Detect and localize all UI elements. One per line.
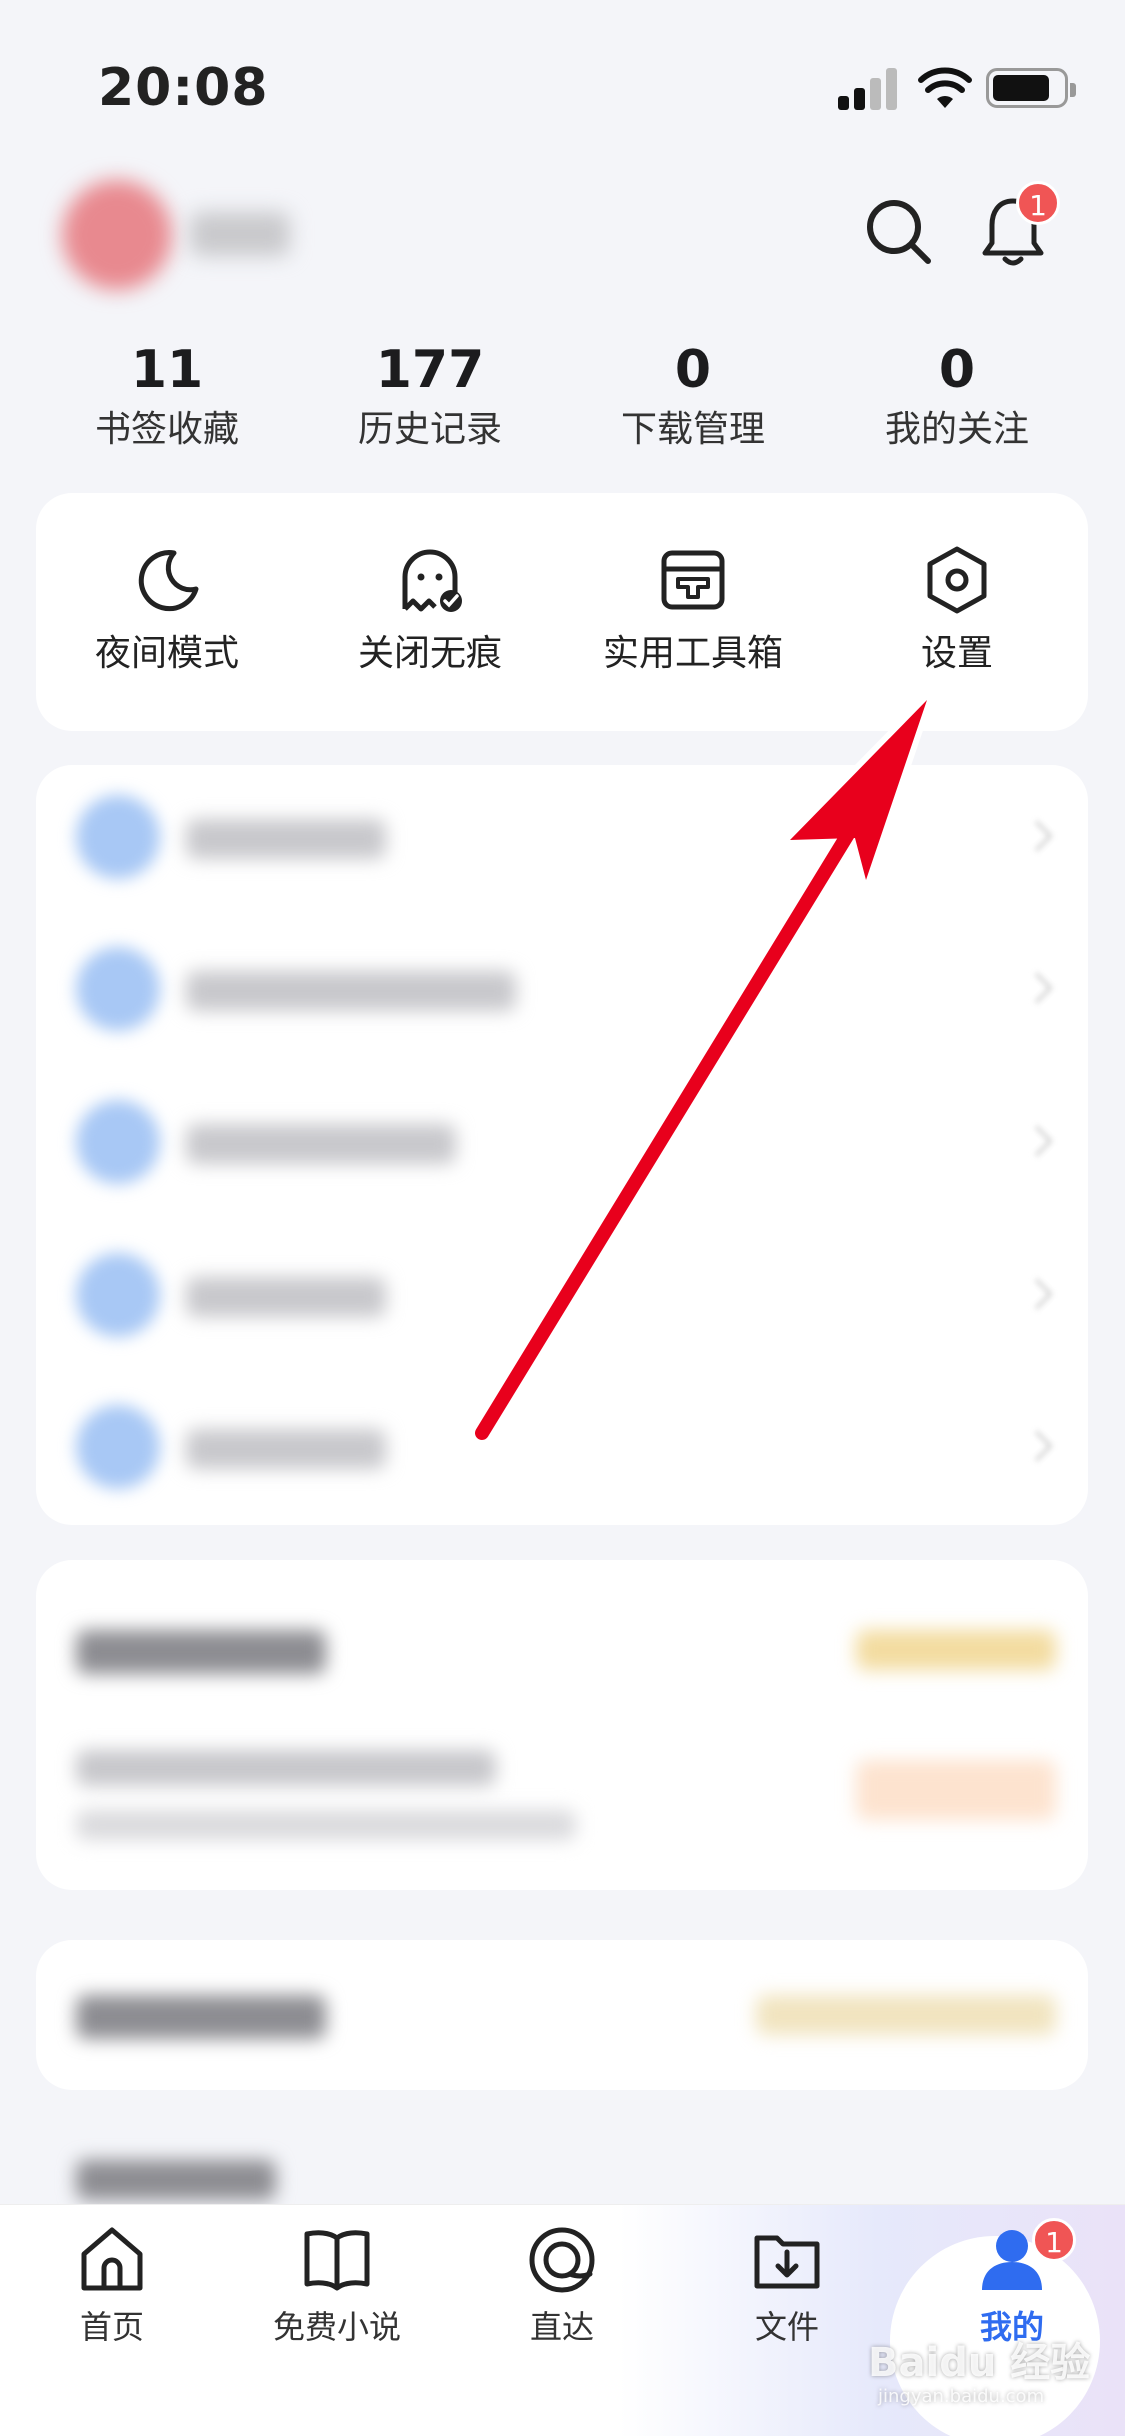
- stat-downloads[interactable]: 0 下载管理: [568, 335, 818, 455]
- incognito-toggle-button[interactable]: 关闭无痕: [320, 543, 540, 679]
- promo-title: [76, 1995, 326, 2039]
- tool-label: 关闭无痕: [357, 633, 502, 674]
- promo-button[interactable]: [856, 1760, 1056, 1820]
- tool-label: 设置: [920, 633, 993, 674]
- search-button[interactable]: [862, 195, 936, 269]
- list-item-icon: [76, 1100, 160, 1184]
- stat-label: 书签收藏: [94, 409, 239, 450]
- cellular-signal-icon: [838, 68, 898, 110]
- notification-badge: 1: [1016, 181, 1060, 225]
- chevron-right-icon: [1021, 972, 1053, 1004]
- promo-tag[interactable]: [756, 1995, 1056, 2035]
- status-time: 20:08: [98, 58, 269, 118]
- book-icon: [304, 2230, 370, 2291]
- blurred-promo-card: [36, 1560, 1088, 1890]
- tab-me-badge: 1: [1032, 2218, 1076, 2262]
- blurred-promo-card-2: [36, 1940, 1088, 2090]
- stat-follows[interactable]: 0 我的关注: [832, 335, 1082, 455]
- tab-files[interactable]: 文件: [697, 2222, 877, 2350]
- promo-tag[interactable]: [856, 1630, 1056, 1670]
- stat-value: 0: [674, 340, 712, 400]
- stat-label: 我的关注: [884, 409, 1029, 450]
- hexagon-settings-icon: [927, 546, 987, 614]
- toolbox-button[interactable]: 实用工具箱: [583, 543, 803, 679]
- list-item-icon: [76, 1253, 160, 1337]
- direct-icon: [529, 2227, 595, 2293]
- battery-icon: [986, 68, 1076, 108]
- tab-label: 首页: [79, 2308, 144, 2346]
- list-item[interactable]: [36, 1223, 1088, 1363]
- tab-free-novels[interactable]: 免费小说: [247, 2222, 427, 2350]
- chevron-right-icon: [1021, 1278, 1053, 1310]
- baidu-watermark: Baidu 经验 jingyan.baidu.com: [868, 2330, 1118, 2420]
- list-item-text: [186, 819, 386, 859]
- avatar[interactable]: [62, 180, 172, 290]
- blurred-menu-list: [36, 765, 1088, 1525]
- stat-label: 下载管理: [620, 409, 765, 450]
- stat-history[interactable]: 177 历史记录: [305, 335, 555, 455]
- moon-icon: [138, 550, 199, 612]
- status-bar: 20:08: [0, 0, 1125, 150]
- tools-card: 夜间模式 关闭无痕 实用工具箱 设置: [36, 493, 1088, 731]
- list-item[interactable]: [36, 1070, 1088, 1210]
- settings-button[interactable]: 设置: [847, 543, 1067, 679]
- tab-label: 直达: [529, 2308, 594, 2346]
- toolbox-icon: [661, 550, 725, 610]
- tab-label: 文件: [754, 2308, 819, 2346]
- promo-subtext: [76, 1810, 576, 1840]
- tab-home[interactable]: 首页: [22, 2222, 202, 2350]
- list-item-icon: [76, 1405, 160, 1489]
- list-item-text: [186, 1124, 456, 1164]
- stat-bookmarks[interactable]: 11 书签收藏: [42, 335, 292, 455]
- night-mode-button[interactable]: 夜间模式: [57, 543, 277, 679]
- chevron-right-icon: [1021, 1430, 1053, 1462]
- stat-value: 0: [938, 340, 976, 400]
- list-item[interactable]: [36, 917, 1088, 1057]
- promo-text: [76, 1750, 496, 1786]
- notification-button[interactable]: 1: [976, 181, 1060, 269]
- wifi-icon: [918, 67, 972, 108]
- folder-download-icon: [754, 2235, 820, 2289]
- list-item[interactable]: [36, 765, 1088, 905]
- watermark-brand: Baidu 经验: [868, 2340, 1091, 2386]
- watermark-url: jingyan.baidu.com: [878, 2386, 1045, 2407]
- stats-row: 11 书签收藏 177 历史记录 0 下载管理 0 我的关注: [0, 335, 1125, 455]
- search-icon: [867, 200, 931, 264]
- tab-direct[interactable]: 直达: [472, 2222, 652, 2350]
- list-item-icon: [76, 795, 160, 879]
- list-item-icon: [76, 947, 160, 1031]
- list-item-text: [186, 1277, 386, 1317]
- stat-value: 11: [130, 340, 204, 400]
- tool-label: 实用工具箱: [602, 633, 783, 674]
- list-item-text: [186, 1429, 386, 1469]
- tool-label: 夜间模式: [94, 633, 239, 674]
- list-item[interactable]: [36, 1375, 1088, 1515]
- promo-title: [76, 1630, 326, 1674]
- promo-title: [76, 2160, 276, 2200]
- ghost-icon: [402, 549, 462, 612]
- chevron-right-icon: [1021, 1125, 1053, 1157]
- profile-name[interactable]: [190, 212, 290, 256]
- tab-label: 免费小说: [272, 2308, 401, 2346]
- stat-value: 177: [375, 340, 485, 400]
- home-icon: [81, 2227, 143, 2291]
- chevron-right-icon: [1021, 820, 1053, 852]
- stat-label: 历史记录: [357, 409, 502, 450]
- list-item-text: [186, 971, 516, 1011]
